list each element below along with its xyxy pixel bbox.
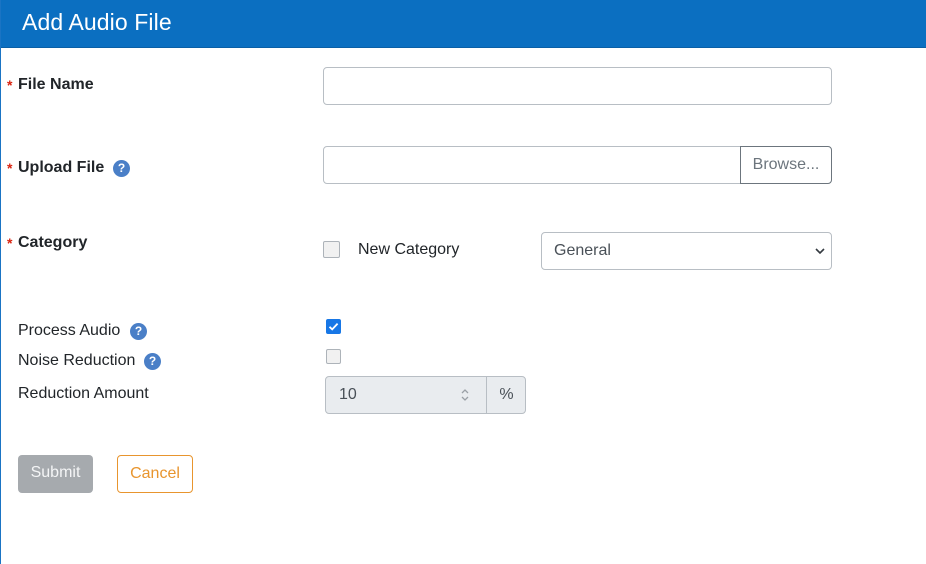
question-circle-icon[interactable]: ? — [113, 160, 130, 177]
new-category-label: New Category — [358, 241, 460, 258]
submit-button[interactable]: Submit — [18, 455, 93, 493]
dialog-header: Add Audio File — [1, 0, 926, 48]
updown-arrows-icon[interactable] — [460, 387, 470, 403]
noise-reduction-label: Noise Reduction — [18, 352, 136, 369]
reduction-amount-label: Reduction Amount — [18, 385, 149, 402]
required-asterisk: * — [7, 160, 13, 176]
question-circle-icon[interactable]: ? — [130, 323, 147, 340]
reduction-amount-input[interactable]: 10 — [339, 386, 357, 404]
required-asterisk: * — [7, 235, 13, 251]
category-select-value: General — [554, 242, 611, 259]
reduction-amount-input-group: 10 % — [325, 376, 526, 414]
question-circle-icon[interactable]: ? — [144, 353, 161, 370]
check-icon — [328, 322, 339, 331]
chevron-down-icon — [815, 248, 825, 255]
dialog-title: Add Audio File — [22, 9, 172, 35]
file-name-input[interactable] — [323, 67, 832, 105]
process-audio-label: Process Audio — [18, 322, 121, 339]
category-label: Category — [18, 234, 88, 251]
category-select[interactable]: General — [541, 232, 832, 270]
cancel-button[interactable]: Cancel — [117, 455, 193, 493]
upload-file-label: Upload File — [18, 159, 105, 176]
file-name-label: File Name — [18, 76, 94, 93]
upload-file-path-input[interactable] — [323, 146, 741, 184]
noise-reduction-checkbox[interactable] — [326, 349, 341, 364]
add-audio-file-dialog: Add Audio File * File Name * Upload File… — [0, 0, 926, 564]
browse-button[interactable]: Browse... — [740, 146, 832, 184]
process-audio-checkbox[interactable] — [326, 319, 341, 334]
new-category-checkbox[interactable] — [323, 241, 340, 258]
percent-addon: % — [486, 377, 526, 413]
required-asterisk: * — [7, 77, 13, 93]
